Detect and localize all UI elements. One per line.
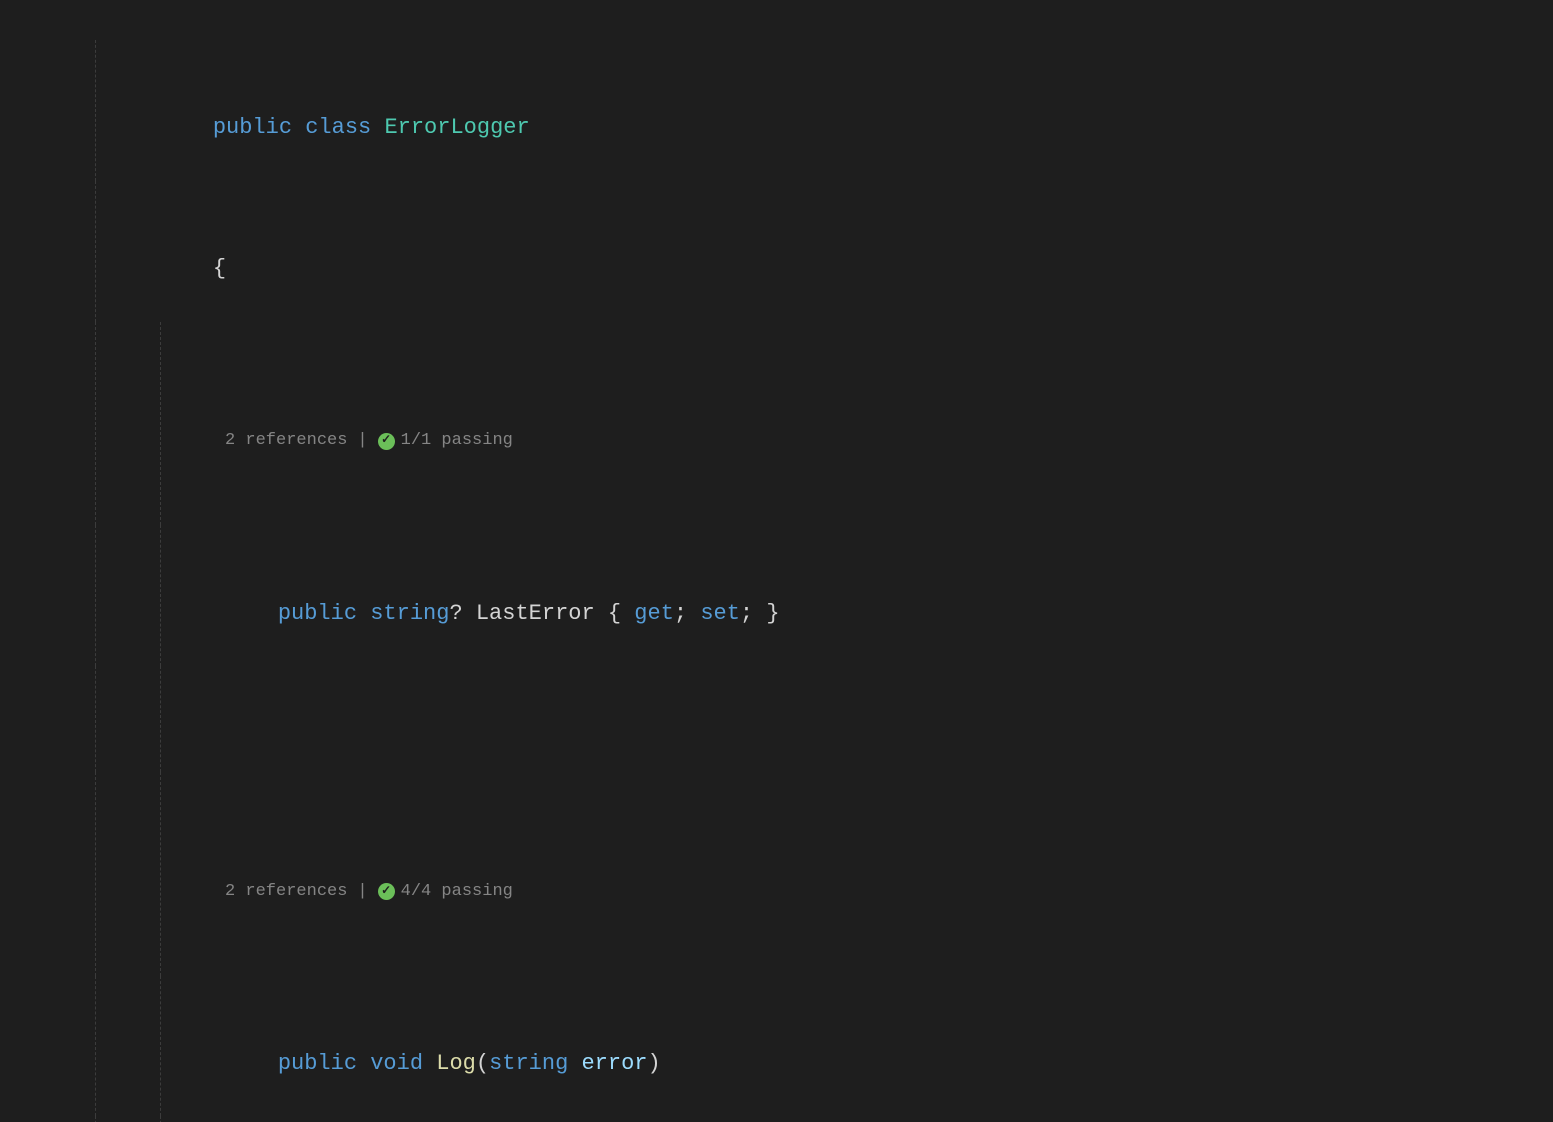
brace-open: { [608,601,621,626]
codelens[interactable]: 2 references | ✓ 4/4 passing [0,772,1553,976]
keyword-get: get [634,601,674,626]
nullable-mark: ? [449,601,462,626]
code-line[interactable]: public string? LastError { get; set; } [0,525,1553,666]
brace-open: { [213,256,226,281]
keyword-class: class [305,115,371,140]
property-name: LastError [476,601,595,626]
codelens-references[interactable]: 2 references [225,427,347,454]
keyword-public: public [278,601,357,626]
keyword-set: set [700,601,740,626]
codelens-passing[interactable]: 1/1 passing [401,427,513,454]
keyword-string: string [370,601,449,626]
keyword-public: public [278,1051,357,1076]
code-editor[interactable]: public class ErrorLogger { 2 references … [0,0,1553,1122]
codelens-passing[interactable]: 4/4 passing [401,878,513,905]
code-line[interactable]: public void Log(string error) [0,976,1553,1117]
keyword-string: string [489,1051,568,1076]
codelens-separator: | [357,878,367,905]
code-line-blank[interactable] [0,666,1553,772]
code-line[interactable]: { [0,1116,1553,1122]
semicolon: ; [674,601,687,626]
brace-close: } [766,601,779,626]
type-name: ErrorLogger [384,115,529,140]
codelens-separator: | [357,427,367,454]
semicolon: ; [740,601,753,626]
check-icon: ✓ [378,433,395,450]
keyword-public: public [213,115,292,140]
paren-open: ( [476,1051,489,1076]
parameter: error [581,1051,647,1076]
codelens-references[interactable]: 2 references [225,878,347,905]
paren-close: ) [648,1051,661,1076]
code-line[interactable]: public class ErrorLogger [0,40,1553,181]
keyword-void: void [370,1051,423,1076]
codelens[interactable]: 2 references | ✓ 1/1 passing [0,322,1553,526]
method-name: Log [436,1051,476,1076]
code-line[interactable]: { [0,181,1553,322]
check-icon: ✓ [378,883,395,900]
